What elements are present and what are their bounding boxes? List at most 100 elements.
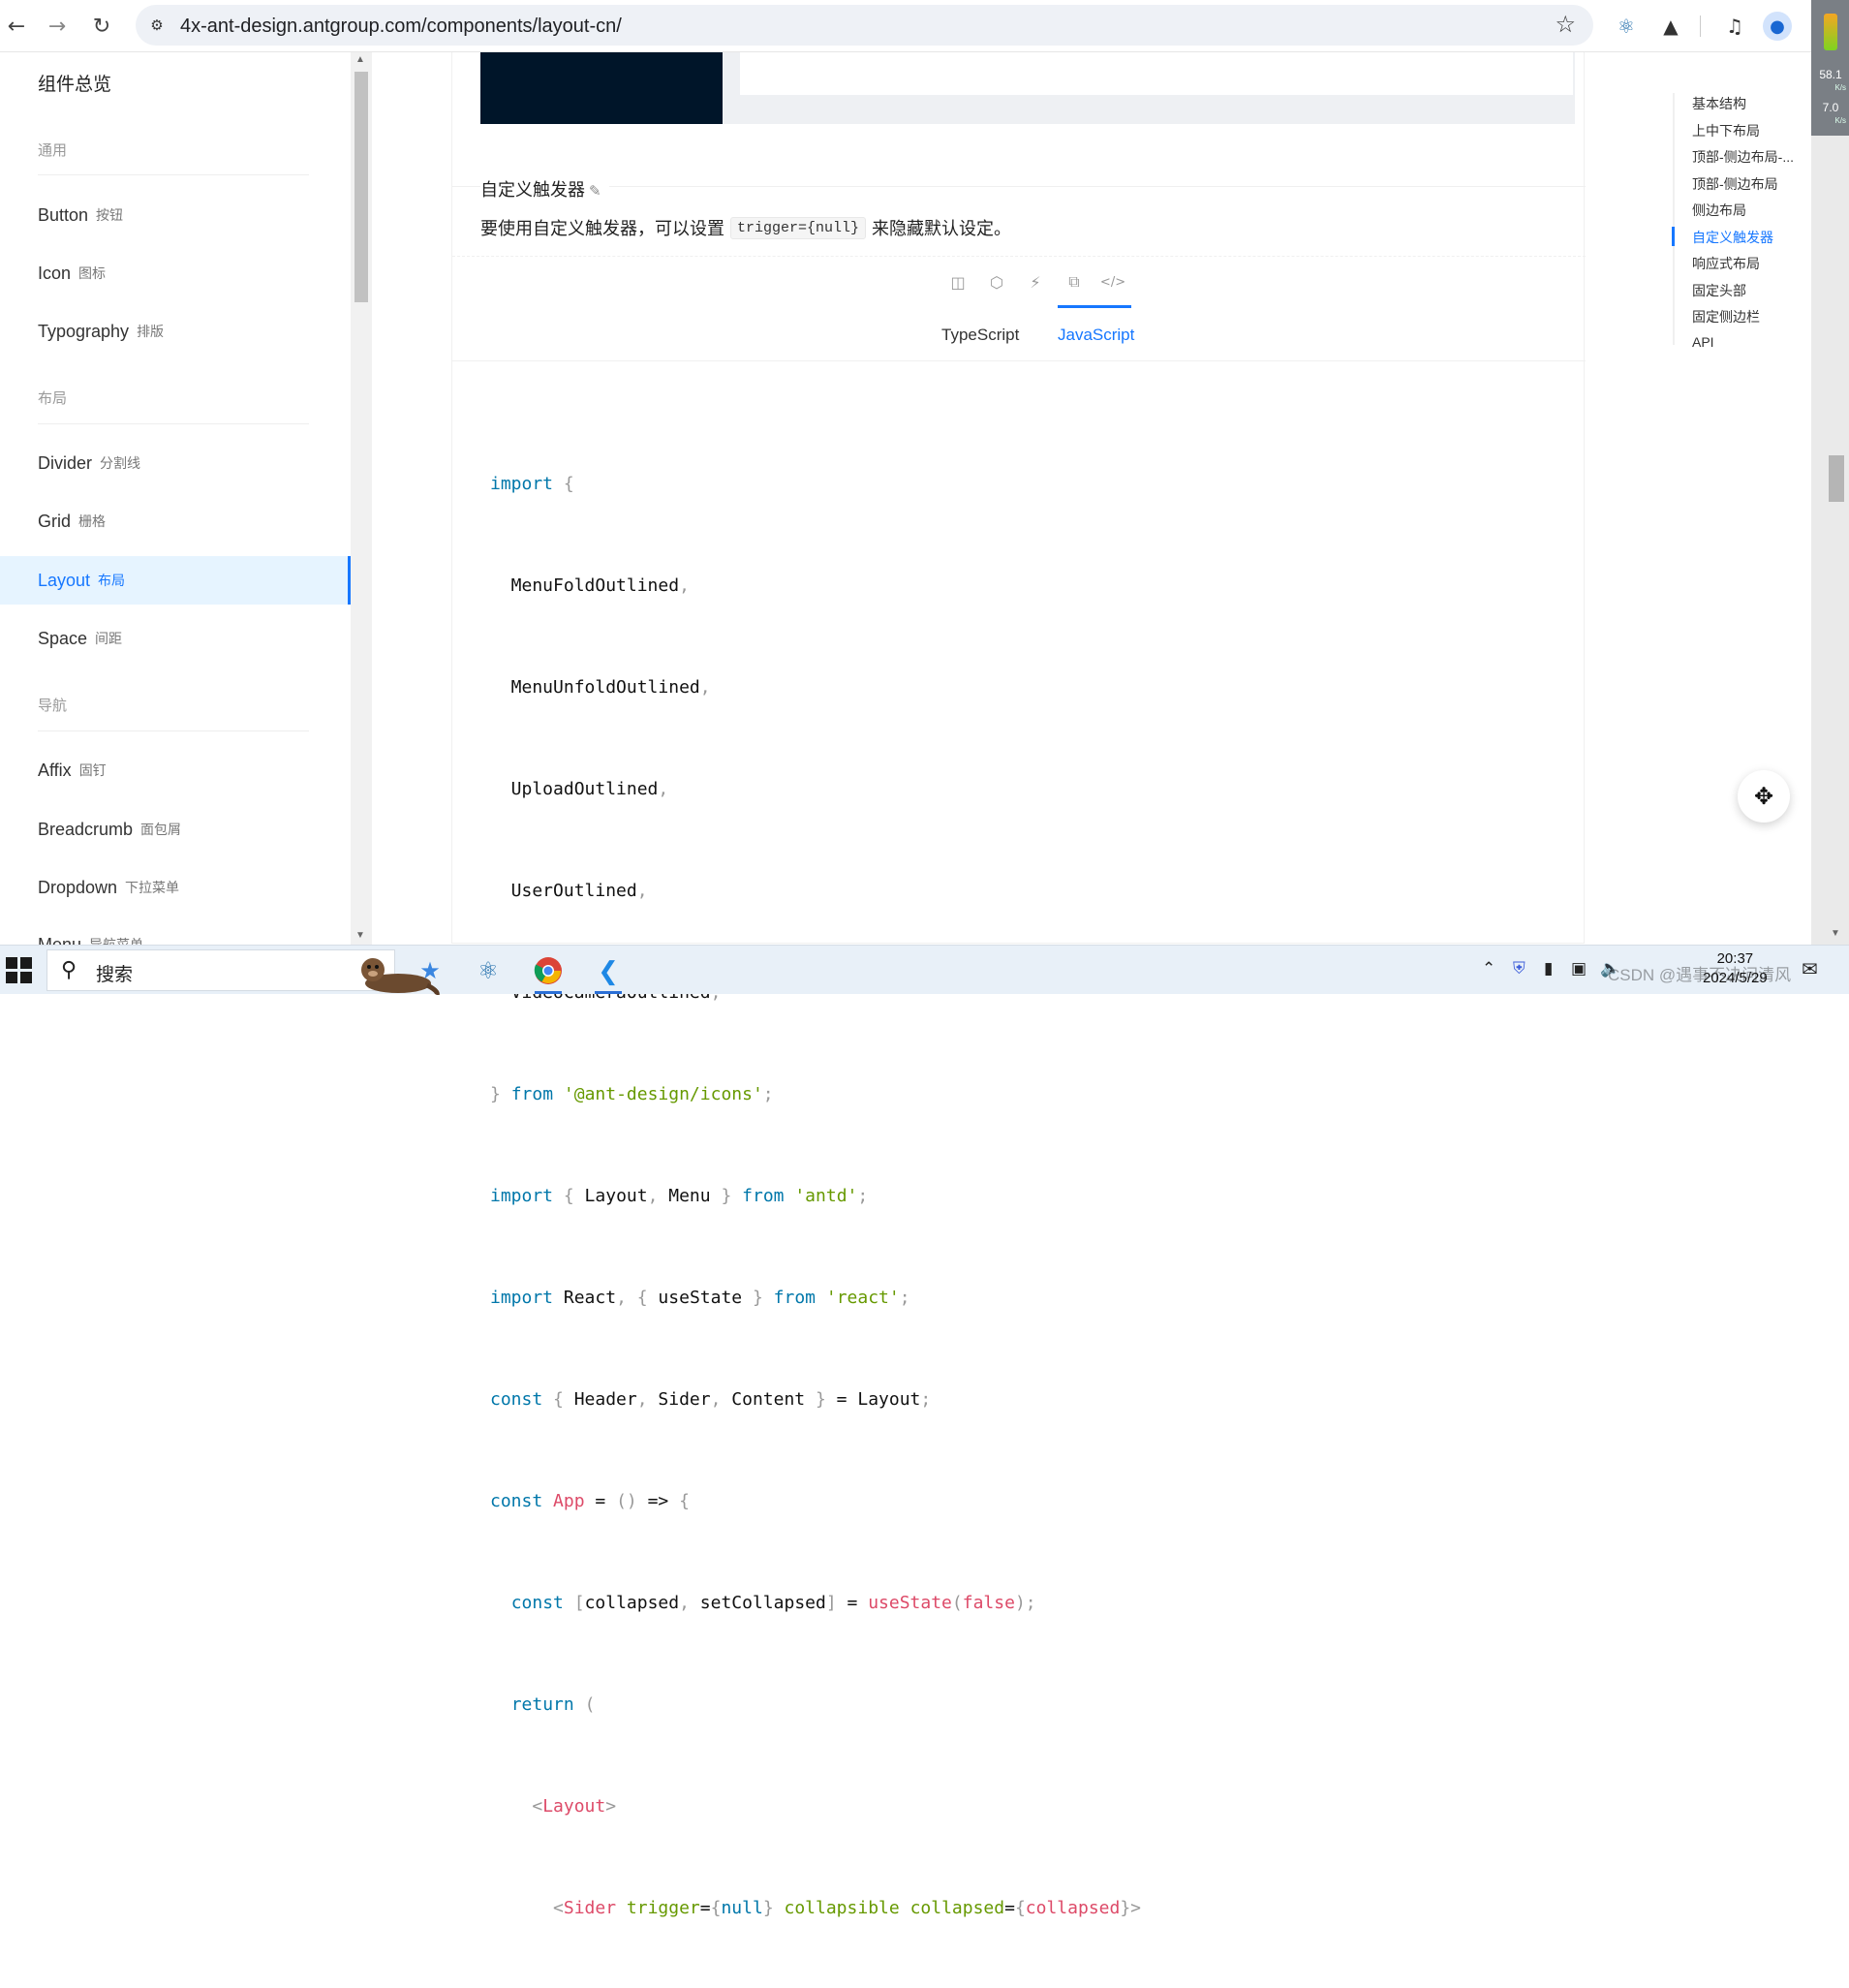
tray-battery-icon[interactable]: ▮ <box>1544 959 1553 978</box>
code-token: Sider <box>563 1898 617 1918</box>
sidebar-item-divider[interactable]: Divider 分割线 <box>0 439 351 487</box>
windows-start-icon[interactable] <box>4 955 33 984</box>
code-line: import { Layout, Menu } from 'antd'; <box>490 1186 869 1206</box>
code-line: <Sider trigger={null} collapsible collap… <box>553 1898 1142 1918</box>
sidebar-overview-link[interactable]: 组件总览 <box>38 70 111 96</box>
sidebar-item-affix[interactable]: Affix 固钉 <box>0 746 351 794</box>
demo-preview-sider <box>480 52 723 124</box>
code-token: { <box>563 1186 574 1206</box>
sidebar-item-menu[interactable]: Menu 导航菜单 <box>0 920 351 946</box>
sidebar-item-label: Grid <box>38 511 72 531</box>
toc-item[interactable]: 顶部-侧边布局-... <box>1692 147 1794 167</box>
sidebar-scroll-thumb[interactable] <box>354 72 368 302</box>
sidebar-item-icon[interactable]: Icon 图标 <box>0 249 351 297</box>
tab-typescript[interactable]: TypeScript <box>941 326 1019 345</box>
toc-item[interactable]: API <box>1692 334 1714 350</box>
address-bar[interactable]: ⚙ 4x-ant-design.antgroup.com/components/… <box>136 5 1593 46</box>
edit-icon[interactable]: ✎ <box>589 182 601 200</box>
taskbar-clock[interactable]: 20:37 2024/5/29 <box>1703 949 1768 988</box>
code-line: return ( <box>490 1688 1141 1722</box>
extensions-puzzle-icon[interactable]: ▲ <box>1656 12 1685 41</box>
tab-javascript[interactable]: JavaScript <box>1058 326 1134 345</box>
sidebar-item-label: Breadcrumb <box>38 819 134 839</box>
code-token: collapsed <box>909 1898 1005 1918</box>
tabs-divider <box>452 360 1586 361</box>
code-token: } <box>490 1084 501 1104</box>
toc-item-active[interactable]: 自定义触发器 <box>1692 228 1773 247</box>
react-devtools-extension-icon[interactable]: ⚛ <box>1612 12 1641 41</box>
bookmark-star-icon[interactable]: ☆ <box>1555 11 1576 38</box>
codesandbox-icon[interactable]: ◫ <box>947 271 969 293</box>
sidebar-item-sublabel: 布局 <box>98 573 126 588</box>
scroll-up-arrow-icon[interactable]: ▲ <box>355 54 365 65</box>
code-token: } <box>721 1186 732 1206</box>
sidebar-item-space[interactable]: Space 间距 <box>0 614 351 663</box>
scroll-down-arrow-icon[interactable]: ▼ <box>355 930 365 941</box>
reload-icon[interactable]: ↻ <box>87 12 116 41</box>
toc-item[interactable]: 侧边布局 <box>1692 201 1746 220</box>
sidebar-item-dropdown[interactable]: Dropdown 下拉菜单 <box>0 863 351 912</box>
tray-network-icon[interactable]: ▣ <box>1571 959 1587 978</box>
code-token: Layout <box>542 1796 606 1817</box>
sidebar-item-breadcrumb[interactable]: Breadcrumb 面包屑 <box>0 805 351 854</box>
code-line: import React, { useState } from 'react'; <box>490 1288 910 1308</box>
toc-item[interactable]: 固定头部 <box>1692 281 1746 300</box>
demo-desc-after: 来隐藏默认设定。 <box>872 219 1012 238</box>
back-arrow-icon[interactable]: ← <box>2 12 31 41</box>
code-line: const { Header, Sider, Content } = Layou… <box>490 1389 932 1410</box>
code-expand-icon[interactable]: </> <box>1100 271 1125 293</box>
code-token: 'react' <box>825 1288 900 1308</box>
codepen-icon[interactable]: ⬡ <box>986 271 1007 293</box>
sidebar-item-layout[interactable]: Layout 布局 <box>0 556 351 605</box>
toc-item[interactable]: 基本结构 <box>1692 94 1746 113</box>
tray-security-icon[interactable]: ⛨ <box>1513 959 1525 978</box>
network-indicator-bar <box>1824 14 1837 50</box>
code-line: <Layout> <box>490 1789 1141 1823</box>
code-token: < <box>532 1796 543 1817</box>
page-scroll-thumb[interactable] <box>1829 455 1844 502</box>
notification-center-icon[interactable]: ✉ <box>1802 957 1818 980</box>
code-token: , <box>647 1186 659 1206</box>
toc-item[interactable]: 固定侧边栏 <box>1692 307 1760 326</box>
tray-overflow-chevron-icon[interactable]: ⌃ <box>1482 959 1495 978</box>
profile-avatar-icon[interactable]: ● <box>1763 12 1792 41</box>
theme-switch-button[interactable]: ✥ <box>1738 770 1790 823</box>
code-token: , <box>636 881 648 901</box>
taskbar-app-copilot-icon[interactable]: ★ <box>411 951 449 990</box>
sidebar-item-typography[interactable]: Typography 排版 <box>0 307 351 356</box>
stackblitz-icon[interactable]: ⚡ <box>1025 271 1046 293</box>
chrome-logo-icon <box>534 957 562 984</box>
copy-icon[interactable]: ⧉ <box>1063 271 1085 293</box>
sidebar-item-sublabel: 下拉菜单 <box>125 880 180 895</box>
sidebar-item-sublabel: 图标 <box>78 265 107 281</box>
sidebar-item-grid[interactable]: Grid 栅格 <box>0 497 351 545</box>
page-scroll-down-arrow-icon[interactable]: ▼ <box>1831 928 1840 939</box>
sidebar-item-button[interactable]: Button 按钮 <box>0 191 351 239</box>
toc-item[interactable]: 响应式布局 <box>1692 254 1760 273</box>
taskbar-app-react-icon[interactable]: ⚛ <box>469 951 508 990</box>
sidebar-group-navigation: 导航 <box>38 698 68 714</box>
media-control-icon[interactable]: ♫ <box>1720 12 1749 41</box>
sidebar-group-divider <box>38 174 309 175</box>
taskbar-app-vscode-icon[interactable]: ❮ <box>589 951 628 994</box>
taskbar-search[interactable]: ⚲ 搜索 <box>46 949 440 995</box>
forward-arrow-icon[interactable]: → <box>43 12 72 41</box>
code-line: MenuFoldOutlined, <box>490 575 690 596</box>
code-token: 'antd' <box>794 1186 858 1206</box>
code-token: , <box>658 779 669 799</box>
code-token: App <box>553 1491 585 1511</box>
toc-item[interactable]: 上中下布局 <box>1692 121 1760 140</box>
code-token: () <box>616 1491 637 1511</box>
site-settings-icon[interactable]: ⚙ <box>145 14 169 37</box>
sidebar-scrollbar[interactable]: ▲ ▼ <box>351 52 372 945</box>
code-token: , <box>679 575 690 596</box>
code-token: const <box>490 1491 543 1511</box>
toc-item[interactable]: 顶部-侧边布局 <box>1692 174 1778 194</box>
code-token: { <box>679 1491 690 1511</box>
taskbar-app-chrome-icon[interactable] <box>529 951 568 994</box>
sidebar-item-label: Divider <box>38 452 93 473</box>
sidebar-item-sublabel: 分割线 <box>100 455 141 471</box>
url-text[interactable]: 4x-ant-design.antgroup.com/components/la… <box>180 16 622 38</box>
code-token: ; <box>920 1389 932 1410</box>
download-unit: K/s <box>1834 116 1846 125</box>
